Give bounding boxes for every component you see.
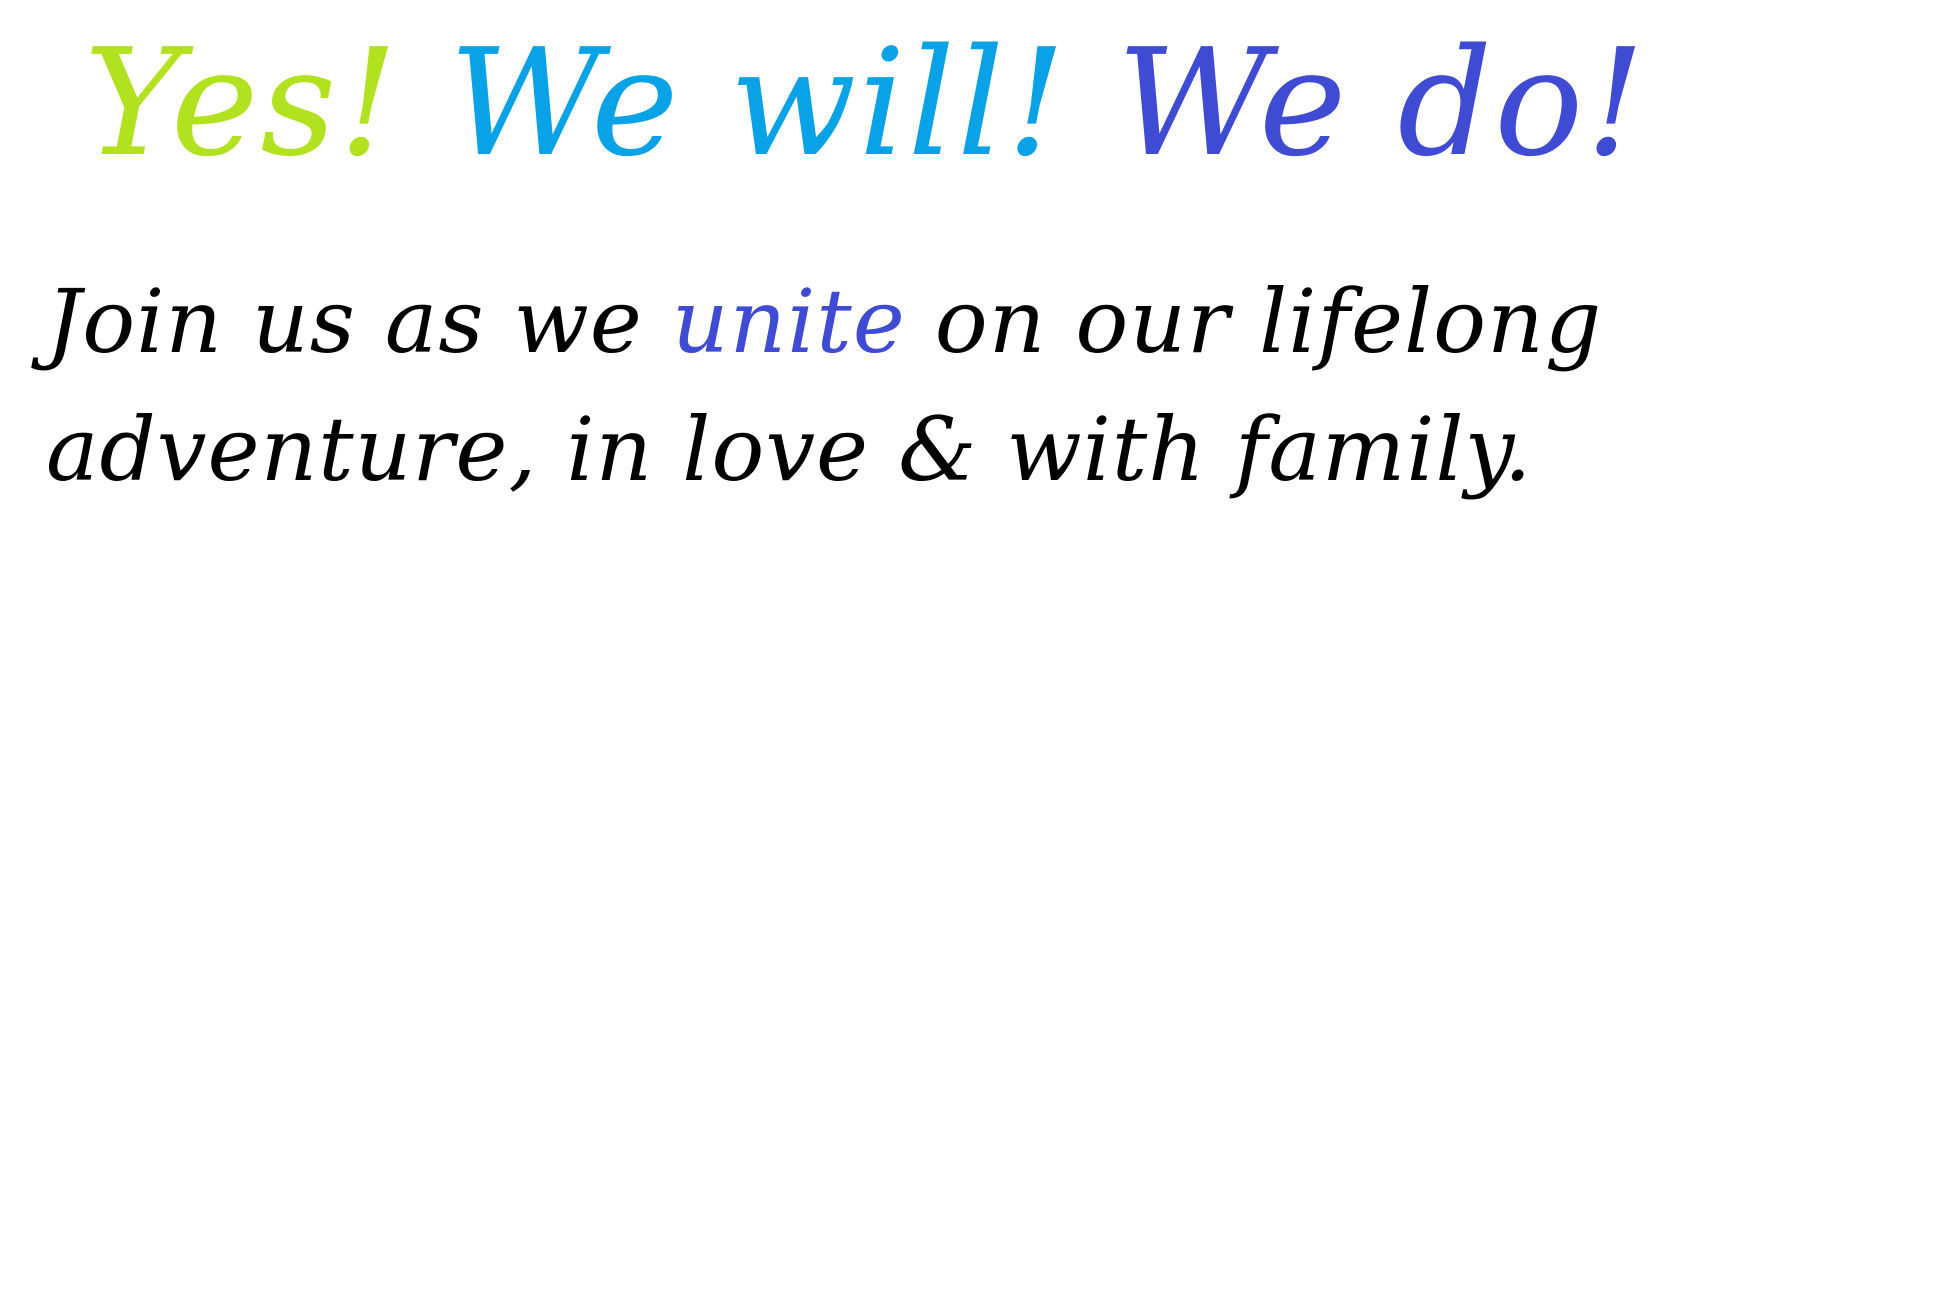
message-line-2: adventure, in love & with family. [46, 397, 1533, 501]
message-line-1-start: Join us as we [46, 270, 672, 373]
headline: Yes! We will! We do! [84, 18, 1647, 188]
message-line-1: Join us as we unite on our lifelong [46, 258, 1601, 386]
headline-yes: Yes! [84, 17, 400, 189]
message-line-1-end: on our lifelong [905, 270, 1603, 373]
headline-we-will: We will! [448, 17, 1068, 189]
invitation-message: Join us as we unite on our lifelong adve… [46, 258, 1601, 513]
headline-we-do: We do! [1116, 17, 1647, 189]
message-accent-word: unite [671, 270, 906, 373]
